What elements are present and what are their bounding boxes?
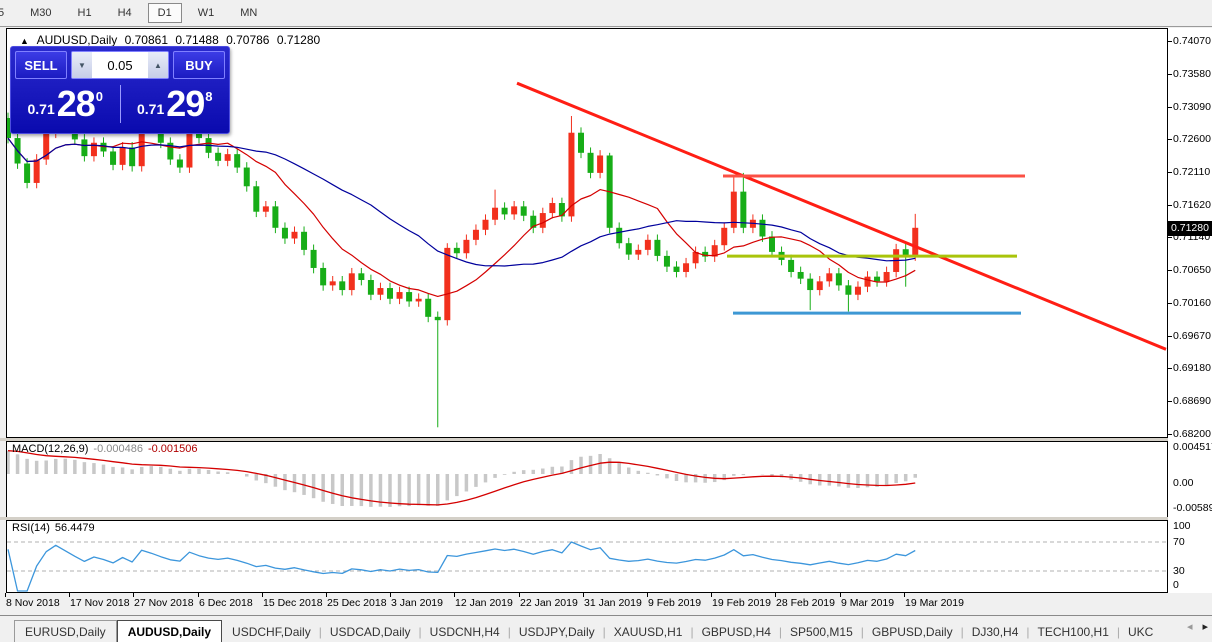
ohlc-high: 0.71488 xyxy=(175,33,219,47)
chart-tab-usdcad[interactable]: USDCAD,Daily xyxy=(320,621,421,642)
timeframe-button-h4[interactable]: H4 xyxy=(108,3,142,23)
rsi-indicator-label: RSI(14) 56.4479 xyxy=(12,522,95,534)
chart-tab-tech100[interactable]: TECH100,H1 xyxy=(1028,621,1119,642)
ohlc-close: 0.71280 xyxy=(276,33,321,47)
macd-indicator-label: MACD(12,26,9) -0.000486 -0.001506 xyxy=(12,443,198,455)
price-axis-tick xyxy=(1167,74,1172,75)
chart-tab-xauusd[interactable]: XAUUSD,H1 xyxy=(604,621,693,642)
chart-tab-sp500[interactable]: SP500,M15 xyxy=(780,621,863,642)
chart-symbol-label: AUDUSD,Daily xyxy=(36,33,118,47)
current-price-tag: 0.71280 xyxy=(1168,221,1212,236)
date-axis-label: 22 Jan 2019 xyxy=(520,597,578,609)
date-axis-label: 3 Jan 2019 xyxy=(391,597,443,609)
chart-tab-bar: EURUSD,Daily AUDUSD,Daily USDCHF,Daily | USD… xyxy=(0,615,1212,642)
macd-axis-label: 0.004517 xyxy=(1173,441,1212,453)
price-axis-tick xyxy=(1167,107,1172,108)
tab-scroll-buttons: ◂ ▸ xyxy=(1187,620,1208,633)
ohlc-low: 0.70786 xyxy=(226,33,270,47)
chart-tab-ukc[interactable]: UKC xyxy=(1118,621,1163,642)
price-axis-tick xyxy=(1167,41,1172,42)
timeframe-button-m30[interactable]: M30 xyxy=(20,3,61,23)
price-axis-tick xyxy=(1167,434,1172,435)
date-axis-label: 9 Mar 2019 xyxy=(841,597,895,609)
chart-tab-gbpusd[interactable]: GBPUSD,Daily xyxy=(862,621,963,642)
price-axis-tick xyxy=(1167,172,1172,173)
chart-tab-usdjpy[interactable]: USDJPY,Daily xyxy=(509,621,605,642)
price-axis-label: 0.71620 xyxy=(1173,199,1211,211)
timeframe-toolbar: 5 M30 H1 H4 D1 W1 MN xyxy=(0,0,1212,27)
date-axis-label: 17 Nov 2018 xyxy=(70,597,130,609)
price-axis-label: 0.69670 xyxy=(1173,330,1211,342)
macd-main-value: -0.000486 xyxy=(93,443,143,455)
date-axis-label: 9 Feb 2019 xyxy=(648,597,702,609)
price-axis-label: 0.73580 xyxy=(1173,68,1211,80)
buy-price-display[interactable]: 0.71 29 8 xyxy=(121,81,230,127)
price-axis-label: 0.70160 xyxy=(1173,297,1211,309)
chart-tab-eurusd[interactable]: EURUSD,Daily xyxy=(14,620,117,642)
macd-axis-label: -0.005899 xyxy=(1173,502,1212,514)
ohlc-open: 0.70861 xyxy=(124,33,169,47)
timeframe-button-w1[interactable]: W1 xyxy=(188,3,225,23)
macd-axis-label: 0.00 xyxy=(1173,477,1194,489)
volume-stepper: ▼ 0.05 ▲ xyxy=(71,51,169,79)
rsi-axis-label: 100 xyxy=(1173,520,1191,532)
date-axis-label: 6 Dec 2018 xyxy=(199,597,253,609)
date-axis-label: 19 Feb 2019 xyxy=(712,597,771,609)
sell-price-display[interactable]: 0.71 28 0 xyxy=(11,81,120,127)
price-axis-tick xyxy=(1167,336,1172,337)
price-axis-tick xyxy=(1167,368,1172,369)
rsi-axis-label: 70 xyxy=(1173,536,1185,548)
price-axis-tick xyxy=(1167,205,1172,206)
chart-arrow-icon[interactable]: ▲ xyxy=(20,36,29,46)
macd-signal-value: -0.001506 xyxy=(147,443,198,455)
sell-button[interactable]: SELL xyxy=(15,51,67,79)
ohlc-readout: ▲ AUDUSD,Daily 0.70861 0.71488 0.70786 0… xyxy=(20,33,324,47)
price-axis-tick xyxy=(1167,139,1172,140)
date-axis-label: 12 Jan 2019 xyxy=(455,597,513,609)
price-axis-label: 0.73090 xyxy=(1173,101,1211,113)
price-axis-label: 0.68200 xyxy=(1173,428,1211,440)
price-axis-label: 0.69180 xyxy=(1173,362,1211,374)
trading-terminal-window: 5 M30 H1 H4 D1 W1 MN ▲ AUDUSD,Daily 0.70861 0.… xyxy=(0,0,1212,642)
price-axis-tick xyxy=(1167,401,1172,402)
volume-input[interactable]: 0.05 xyxy=(92,52,148,78)
chart-tab-gbpusd[interactable]: GBPUSD,H4 xyxy=(692,621,781,642)
price-axis-label: 0.72110 xyxy=(1173,166,1211,178)
chart-tab-usdcnh[interactable]: USDCNH,H4 xyxy=(420,621,510,642)
date-axis-label: 31 Jan 2019 xyxy=(584,597,642,609)
timeframe-button-d1[interactable]: D1 xyxy=(147,3,182,23)
tab-scroll-left-icon[interactable]: ◂ xyxy=(1187,620,1193,633)
tab-scroll-right-icon[interactable]: ▸ xyxy=(1202,620,1208,633)
price-axis-label: 0.68690 xyxy=(1173,395,1211,407)
rsi-axis-label: 0 xyxy=(1173,579,1179,591)
date-axis-label: 25 Dec 2018 xyxy=(327,597,387,609)
price-axis-tick xyxy=(1167,303,1172,304)
date-axis-label: 15 Dec 2018 xyxy=(263,597,323,609)
rsi-axis-label: 30 xyxy=(1173,565,1185,577)
date-axis-label: 8 Nov 2018 xyxy=(6,597,60,609)
timeframe-button-h1[interactable]: H1 xyxy=(68,3,102,23)
date-axis-label: 28 Feb 2019 xyxy=(776,597,835,609)
timeframe-button-5[interactable]: 5 xyxy=(0,3,14,23)
price-axis-label: 0.72600 xyxy=(1173,133,1211,145)
price-axis-tick xyxy=(1167,270,1172,271)
chart-tab-usdchf[interactable]: USDCHF,Daily xyxy=(222,621,321,642)
volume-decrease-button[interactable]: ▼ xyxy=(72,52,92,78)
price-axis-label: 0.70650 xyxy=(1173,264,1211,276)
rsi-value: 56.4479 xyxy=(54,522,95,534)
price-axis-tick xyxy=(1167,237,1172,238)
buy-button[interactable]: BUY xyxy=(173,51,225,79)
volume-increase-button[interactable]: ▲ xyxy=(148,52,168,78)
rsi-panel[interactable] xyxy=(6,520,1168,593)
one-click-trading-panel: SELL ▼ 0.05 ▲ BUY 0.71 28 0 0.71 29 8 xyxy=(10,46,230,134)
chart-tab-audusd[interactable]: AUDUSD,Daily xyxy=(116,620,223,642)
price-axis-label: 0.74070 xyxy=(1173,35,1211,47)
date-axis-label: 19 Mar 2019 xyxy=(905,597,964,609)
date-axis-label: 27 Nov 2018 xyxy=(134,597,194,609)
chart-tab-dj30[interactable]: DJ30,H4 xyxy=(962,621,1029,642)
timeframe-button-mn[interactable]: MN xyxy=(230,3,267,23)
